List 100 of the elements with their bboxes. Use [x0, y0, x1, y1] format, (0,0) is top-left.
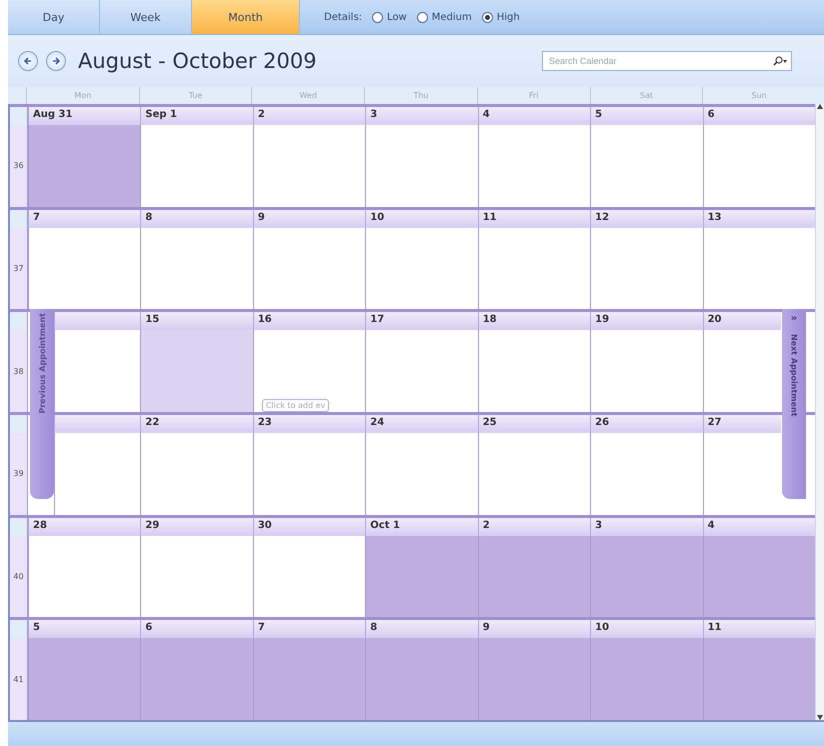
day-cell[interactable] — [590, 536, 703, 618]
day-cell[interactable] — [702, 228, 815, 310]
date-header: 9 — [478, 620, 590, 638]
date-header: 8 — [365, 620, 478, 638]
date-header: 6 — [140, 620, 253, 638]
radio-label: Low — [387, 12, 407, 22]
weekday-label: Wed — [251, 87, 364, 104]
date-header: Sep 1 — [140, 107, 253, 125]
date-header: 13 — [702, 210, 815, 228]
date-header: 5 — [28, 620, 140, 638]
day-cell[interactable] — [54, 330, 140, 412]
search-field[interactable]: Search Calendar — [542, 51, 792, 71]
radio-button[interactable] — [372, 12, 384, 22]
radio-button[interactable] — [416, 12, 428, 22]
day-cell[interactable] — [365, 638, 478, 720]
search-input[interactable]: Search Calendar — [547, 55, 769, 67]
date-header: 7 — [252, 620, 366, 638]
date-header: 17 — [365, 312, 478, 330]
day-cell[interactable] — [140, 330, 253, 412]
next-appointment-tab[interactable]: » Next Appointment — [782, 309, 806, 499]
day-cell[interactable] — [252, 536, 366, 618]
date-range-title: August - October 2009 — [78, 49, 318, 73]
day-cell[interactable] — [28, 536, 140, 618]
day-cell[interactable]: Click to add ev — [252, 330, 366, 412]
add-event-hint[interactable]: Click to add ev — [262, 399, 330, 412]
day-cell[interactable] — [702, 536, 815, 618]
weekday-label: Thu — [364, 87, 477, 104]
day-cell[interactable] — [54, 433, 140, 515]
date-header: 23 — [252, 415, 366, 434]
week-number: 38 — [10, 312, 28, 412]
weekday-label: Fri — [476, 87, 590, 104]
date-header: 30 — [252, 518, 366, 536]
day-cell[interactable] — [702, 638, 815, 720]
date-header: 7 — [28, 210, 140, 228]
week-number: 37 — [10, 210, 28, 310]
date-header: 25 — [478, 415, 590, 434]
date-header: 22 — [140, 415, 253, 434]
back-button[interactable] — [18, 51, 38, 71]
date-header: 2 — [478, 518, 590, 536]
day-cell[interactable] — [365, 536, 478, 618]
date-header: 5 — [590, 107, 703, 125]
date-header: 10 — [365, 210, 478, 228]
date-header: 15 — [140, 312, 253, 330]
day-cell[interactable] — [365, 228, 478, 310]
date-header: Oct 1 — [365, 518, 478, 536]
date-header: 4 — [478, 107, 590, 125]
day-cell[interactable] — [28, 228, 140, 310]
date-header: 27 — [702, 415, 781, 434]
day-cell[interactable] — [140, 536, 253, 618]
date-header: 12 — [590, 210, 703, 228]
weekday-label: Tue — [138, 87, 252, 104]
date-header: 9 — [252, 210, 366, 228]
date-header: 28 — [28, 518, 140, 536]
day-cell[interactable] — [140, 228, 253, 310]
previous-appointment-tab[interactable]: Previous Appointment — [30, 309, 54, 499]
weekday-label: Mon — [26, 87, 139, 104]
week-number: 41 — [10, 620, 28, 720]
week-number: 39 — [10, 415, 28, 515]
day-cell[interactable] — [478, 638, 590, 720]
radio-label: High — [496, 12, 520, 22]
radio-label: Medium — [432, 12, 472, 22]
date-header: 3 — [365, 107, 478, 125]
date-header: 16 — [252, 312, 366, 330]
forward-button[interactable] — [46, 51, 66, 71]
date-header: 4 — [702, 518, 815, 536]
day-cell[interactable] — [590, 228, 703, 310]
date-header: 11 — [702, 620, 815, 638]
day-cell[interactable] — [28, 638, 140, 720]
search-icon[interactable] — [773, 56, 787, 66]
date-header: Aug 31 — [28, 107, 140, 125]
week-number: 40 — [10, 518, 28, 618]
day-cell[interactable] — [252, 433, 366, 515]
right-arrow-icon — [51, 56, 61, 66]
date-header: 20 — [702, 312, 781, 330]
view-tab[interactable]: Week — [100, 0, 192, 34]
date-header: 24 — [365, 415, 478, 434]
view-tab[interactable]: Month — [192, 0, 300, 34]
weekday-label: Sat — [590, 87, 702, 104]
left-arrow-icon — [23, 56, 33, 66]
day-cell[interactable] — [140, 638, 253, 720]
date-header: 18 — [478, 312, 590, 330]
date-header: 11 — [478, 210, 590, 228]
date-header: 8 — [140, 210, 253, 228]
day-cell[interactable] — [478, 228, 590, 310]
day-cell[interactable] — [478, 536, 590, 618]
date-header: 10 — [590, 620, 703, 638]
date-header: 26 — [590, 415, 703, 434]
date-header: 2 — [252, 107, 366, 125]
day-cell[interactable] — [252, 125, 366, 207]
date-header: 3 — [590, 518, 703, 536]
day-cell[interactable] — [252, 228, 366, 310]
radio-button[interactable] — [482, 12, 493, 22]
day-cell[interactable] — [28, 125, 140, 207]
view-tab[interactable]: Day — [8, 0, 100, 34]
day-cell[interactable] — [252, 638, 366, 720]
day-cell[interactable] — [590, 638, 703, 720]
date-header: 29 — [140, 518, 253, 536]
date-header: 19 — [590, 312, 703, 330]
date-header: 6 — [702, 107, 815, 125]
weekday-label: Sun — [702, 87, 815, 104]
